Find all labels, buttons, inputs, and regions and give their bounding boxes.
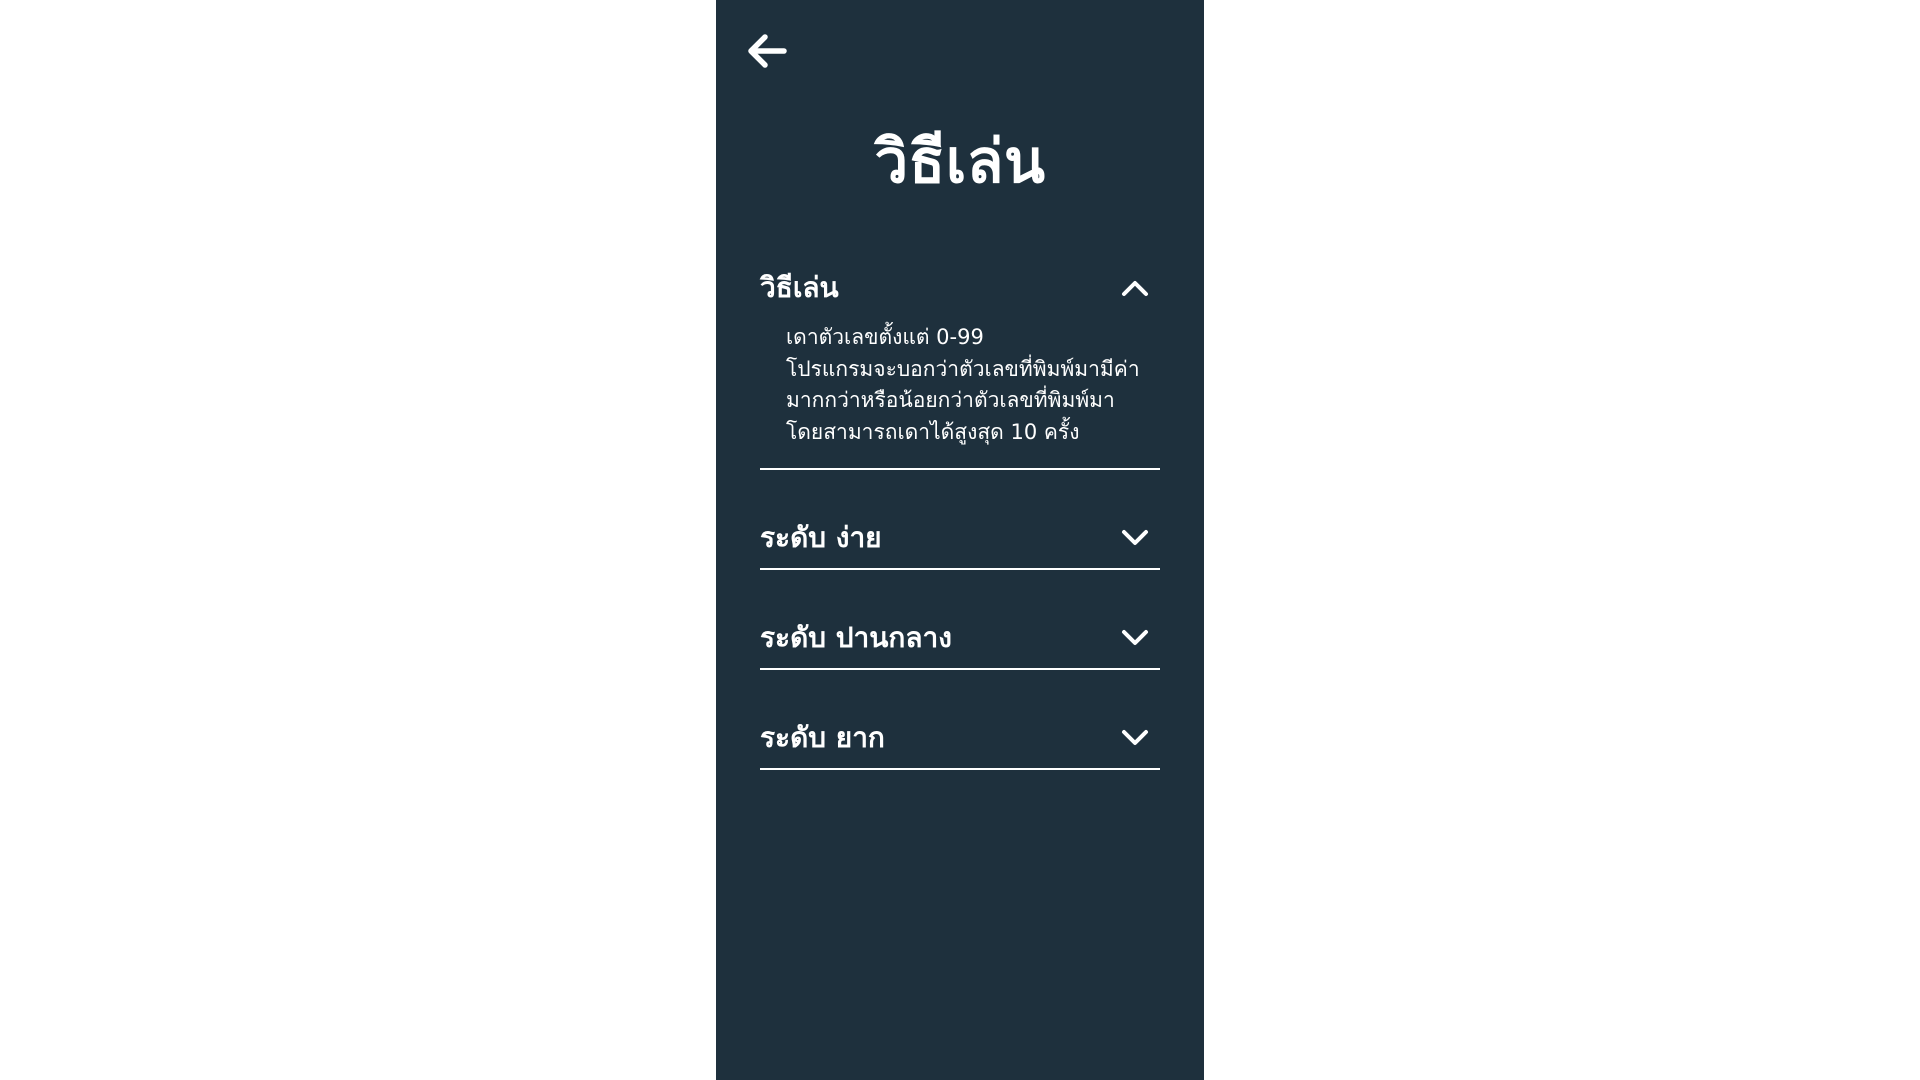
arrow-left-icon [748, 34, 787, 68]
chevron-up-icon[interactable] [1118, 271, 1152, 305]
accordion-item-how-to-play: วิธีเล่น เดาตัวเลขตั้งแต่ 0-99 โปรแกรมจะ… [760, 258, 1160, 470]
page: วิธีเล่น วิธีเล่น เดาตัวเลขตั้งแต่ 0-99 … [0, 0, 1920, 1080]
chevron-down-icon[interactable] [1118, 621, 1152, 655]
chevron-down-icon[interactable] [1118, 721, 1152, 755]
accordion-item-easy: ระดับ ง่าย [760, 508, 1160, 570]
back-button[interactable] [744, 30, 790, 72]
accordion-title: ระดับ ปานกลาง [760, 621, 952, 654]
accordion: วิธีเล่น เดาตัวเลขตั้งแต่ 0-99 โปรแกรมจะ… [760, 258, 1160, 770]
accordion-title: ระดับ ยาก [760, 721, 885, 754]
accordion-item-medium: ระดับ ปานกลาง [760, 608, 1160, 670]
instruction-line: โปรแกรมจะบอกว่าตัวเลขที่พิมพ์มามีค่า [786, 356, 1140, 381]
how-to-play-panel: วิธีเล่น วิธีเล่น เดาตัวเลขตั้งแต่ 0-99 … [716, 0, 1204, 1080]
accordion-header-hard[interactable]: ระดับ ยาก [760, 708, 1160, 768]
chevron-down-icon[interactable] [1118, 521, 1152, 555]
accordion-item-hard: ระดับ ยาก [760, 708, 1160, 770]
instruction-line: เดาตัวเลขตั้งแต่ 0-99 [786, 325, 984, 349]
instruction-line: มากกว่าหรือน้อยกว่าตัวเลขที่พิมพ์มา [786, 388, 1115, 412]
instruction-line: โดยสามารถเดาได้สูงสุด 10 ครั้ง [786, 419, 1080, 444]
accordion-body-how-to-play: เดาตัวเลขตั้งแต่ 0-99 โปรแกรมจะบอกว่าตัว… [760, 318, 1160, 468]
accordion-header-how-to-play[interactable]: วิธีเล่น [760, 258, 1160, 318]
accordion-title: ระดับ ง่าย [760, 521, 882, 554]
accordion-title: วิธีเล่น [760, 271, 839, 304]
accordion-header-easy[interactable]: ระดับ ง่าย [760, 508, 1160, 568]
accordion-header-medium[interactable]: ระดับ ปานกลาง [760, 608, 1160, 668]
page-title: วิธีเล่น [874, 127, 1046, 197]
